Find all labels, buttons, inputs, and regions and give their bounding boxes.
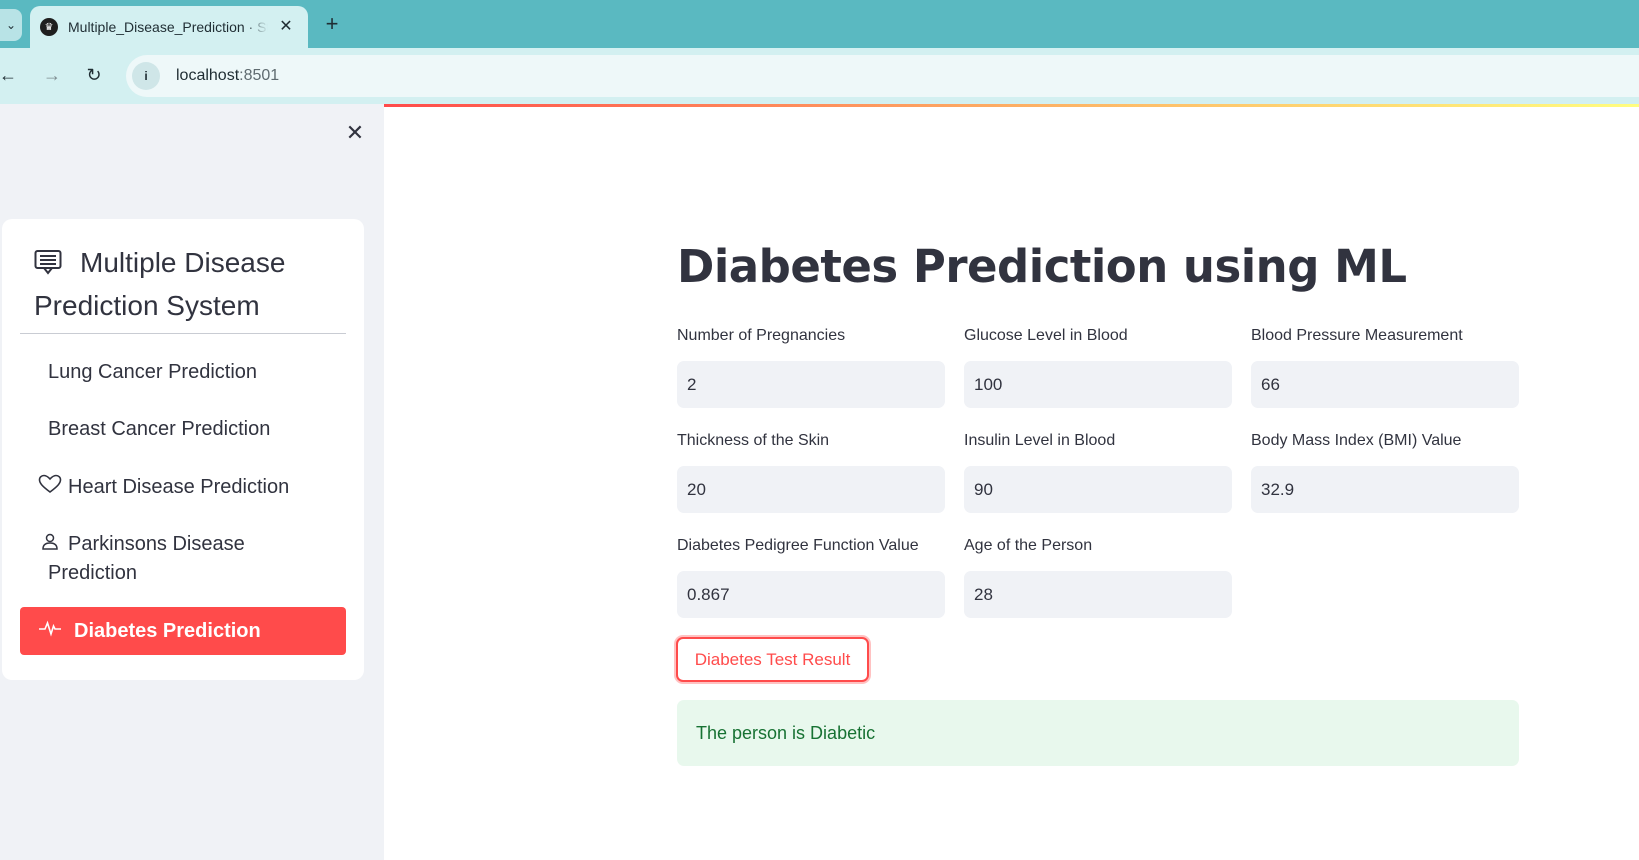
url-host: localhost	[176, 67, 240, 84]
pregnancies-label: Number of Pregnancies	[677, 327, 846, 344]
glucose-input[interactable]	[964, 361, 1232, 408]
glucose-label: Glucose Level in Blood	[964, 327, 1128, 344]
diabetes-test-result-button[interactable]: Diabetes Test Result	[676, 637, 869, 682]
menu-item-diabetes[interactable]: Diabetes Prediction	[20, 607, 346, 655]
menu-item-label: Heart Disease Prediction	[68, 476, 290, 498]
sidebar: ✕ Multiple Disease Prediction System Lun…	[0, 104, 384, 860]
reload-icon[interactable]: ↻	[82, 64, 106, 86]
new-tab-plus-icon[interactable]: +	[320, 12, 344, 36]
streamlit-crown-icon: ♛	[40, 18, 58, 36]
tab-search-chevron-down-icon[interactable]: ⌄	[0, 9, 22, 41]
age-input[interactable]	[964, 571, 1232, 618]
age-label: Age of the Person	[964, 537, 1093, 554]
blood-pressure-input[interactable]	[1251, 361, 1519, 408]
tab-title: Multiple_Disease_Prediction · Streamlit	[68, 19, 268, 35]
blood-pressure-label: Blood Pressure Measurement	[1251, 327, 1463, 344]
url-port: :8501	[239, 67, 280, 84]
menu-item-lung-cancer[interactable]: Lung Cancer Prediction	[20, 358, 346, 387]
menu-item-parkinsons[interactable]: Parkinsons Disease Prediction	[20, 530, 320, 588]
pedigree-input[interactable]	[677, 571, 945, 618]
page-title: Diabetes Prediction using ML	[677, 240, 1407, 293]
menu-item-heart-disease[interactable]: Heart Disease Prediction	[20, 473, 346, 502]
browser-tab-strip: ⌄ ♛ Multiple_Disease_Prediction · Stream…	[0, 0, 1639, 48]
pregnancies-input[interactable]	[677, 361, 945, 408]
url-text: localhost:8501	[176, 67, 279, 85]
result-success-alert: The person is Diabetic	[677, 700, 1519, 766]
browser-toolbar: ← → ↻ i localhost:8501	[0, 48, 1639, 104]
menu-item-breast-cancer[interactable]: Breast Cancer Prediction	[20, 415, 346, 444]
back-arrow-icon[interactable]: ←	[0, 64, 20, 86]
sidebar-close-icon[interactable]: ✕	[344, 122, 366, 144]
skin-thickness-label: Thickness of the Skin	[677, 432, 830, 449]
menu-title-text: Multiple Disease Prediction System	[34, 247, 286, 321]
pedigree-label: Diabetes Pedigree Function Value	[677, 537, 919, 554]
bmi-input[interactable]	[1251, 466, 1519, 513]
result-text: The person is Diabetic	[696, 722, 876, 743]
bmi-label: Body Mass Index (BMI) Value	[1251, 432, 1462, 449]
list-alt-icon	[34, 250, 62, 275]
menu-item-label: Breast Cancer Prediction	[48, 418, 271, 440]
menu-item-label: Lung Cancer Prediction	[48, 361, 258, 383]
browser-tab[interactable]: ♛ Multiple_Disease_Prediction · Streamli…	[30, 6, 308, 48]
streamlit-decoration-bar	[384, 104, 1639, 107]
menu-divider	[20, 333, 346, 334]
menu-item-label: Diabetes Prediction	[74, 620, 261, 642]
activity-icon	[39, 620, 61, 637]
insulin-input[interactable]	[964, 466, 1232, 513]
menu-title: Multiple Disease Prediction System	[34, 241, 334, 327]
insulin-label: Insulin Level in Blood	[964, 432, 1116, 449]
tab-close-icon[interactable]: ✕	[276, 16, 296, 36]
person-icon	[42, 533, 58, 550]
site-info-icon[interactable]: i	[132, 62, 160, 90]
heart-icon	[38, 474, 62, 494]
menu-item-label: Parkinsons Disease Prediction	[48, 533, 245, 584]
forward-arrow-icon[interactable]: →	[40, 64, 64, 86]
skin-thickness-input[interactable]	[677, 466, 945, 513]
address-bar[interactable]: i localhost:8501	[126, 55, 1639, 97]
option-menu: Multiple Disease Prediction System Lung …	[2, 219, 364, 680]
